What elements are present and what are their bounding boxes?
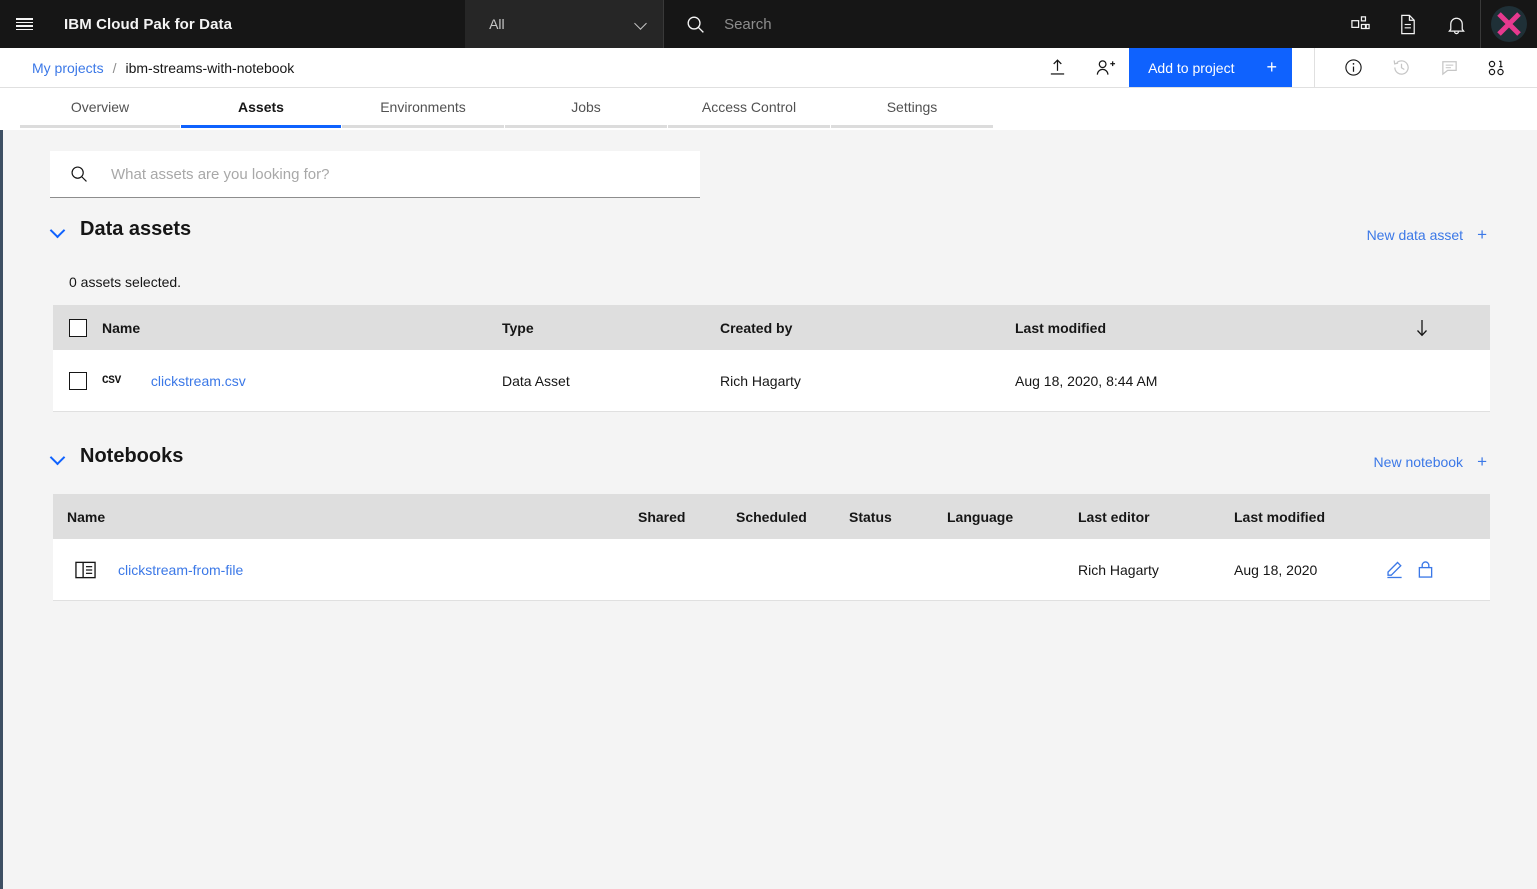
chevron-down-icon[interactable] [50,222,66,238]
upload-icon[interactable] [1033,48,1081,87]
asset-created-by: Rich Hagarty [720,372,801,389]
selection-status: 0 assets selected. [69,274,182,290]
table-header-row: Name Type Created by Last modified [53,305,1490,350]
table-header-row: Name Shared Scheduled Status Language La… [53,494,1490,539]
add-user-icon[interactable] [1081,48,1129,87]
tab-overview[interactable]: Overview [20,88,180,128]
tab-label: Settings [886,98,938,115]
select-all-checkbox[interactable] [68,318,87,337]
comment-icon[interactable] [1425,48,1473,87]
column-header-shared[interactable]: Shared [638,509,736,525]
new-notebook-label: New notebook [1373,454,1464,470]
global-search-input[interactable]: Search [664,0,1336,48]
asset-last-modified: Aug 18, 2020, 8:44 AM [1015,372,1158,389]
header-icon-group [1336,0,1537,48]
global-search-placeholder: Search [724,15,772,33]
action-divider [1314,48,1315,87]
user-avatar[interactable] [1480,0,1537,48]
row-checkbox[interactable] [68,371,87,390]
breadcrumb-separator: / [112,59,117,76]
chevron-down-icon[interactable] [50,449,66,465]
search-icon [687,16,704,33]
csv-file-icon: CSV [102,374,121,387]
asset-name-link[interactable]: clickstream.csv [121,373,246,389]
info-icon[interactable] [1329,48,1377,87]
row-action-group [1385,560,1490,579]
breadcrumb-action-bar: My projects / ibm-streams-with-notebook … [0,48,1537,88]
notebook-icon [53,561,118,579]
breadcrumb: My projects / ibm-streams-with-notebook [0,60,294,76]
notebooks-section-header[interactable]: Notebooks [50,445,183,468]
plus-icon: + [1477,225,1487,244]
column-header-type[interactable]: Type [502,320,720,336]
x-mark-icon [1497,12,1521,36]
asset-search-input[interactable]: What assets are you looking for? [50,151,700,198]
tab-environments[interactable]: Environments [342,88,504,128]
data-assets-table: Name Type Created by Last modified CSV c… [53,305,1490,412]
avatar [1491,6,1527,42]
chevron-down-icon [635,18,647,30]
data-assets-section-header[interactable]: Data assets [50,218,191,241]
history-icon[interactable] [1377,48,1425,87]
column-header-language[interactable]: Language [947,509,1078,525]
table-row[interactable]: clickstream-from-file Rich Hagarty Aug 1… [53,539,1490,601]
plus-icon: + [1266,57,1277,77]
add-to-project-button[interactable]: Add to project + [1129,48,1292,87]
hamburger-menu-icon[interactable] [0,0,48,48]
column-header-last-modified[interactable]: Last modified [1015,320,1275,336]
column-header-status[interactable]: Status [849,509,947,525]
plus-icon: + [1477,452,1487,471]
table-row[interactable]: CSV clickstream.csv Data Asset Rich Haga… [53,350,1490,412]
notebook-last-editor: Rich Hagarty [1078,561,1159,578]
notification-bell-icon[interactable] [1432,0,1480,48]
column-header-name[interactable]: Name [102,320,502,336]
edit-pencil-icon[interactable] [1385,560,1404,579]
select-all-checkbox-cell [53,318,102,337]
tab-label: Assets [238,98,284,115]
apps-grid-icon[interactable] [1336,0,1384,48]
breadcrumb-current: ibm-streams-with-notebook [125,59,295,76]
tab-assets[interactable]: Assets [181,88,341,128]
document-icon[interactable] [1384,0,1432,48]
data-points-icon[interactable] [1473,48,1521,87]
column-header-last-editor[interactable]: Last editor [1078,509,1234,525]
notebook-name-link[interactable]: clickstream-from-file [118,562,243,578]
data-assets-title: Data assets [80,218,192,240]
column-header-name[interactable]: Name [53,509,638,525]
asset-type: Data Asset [502,372,570,389]
sort-descending-arrow-icon[interactable] [1414,319,1430,337]
column-header-scheduled[interactable]: Scheduled [736,509,849,525]
search-icon [71,166,87,182]
scope-select[interactable]: All [465,0,665,48]
new-data-asset-label: New data asset [1366,227,1464,243]
add-to-project-label: Add to project [1148,59,1235,76]
row-checkbox-cell [53,371,102,390]
notebook-last-modified: Aug 18, 2020 [1234,561,1318,578]
lock-icon[interactable] [1417,560,1434,579]
tab-label: Access Control [701,98,797,115]
scope-select-value: All [489,16,505,32]
tab-settings[interactable]: Settings [831,88,993,128]
tab-label: Overview [70,98,130,115]
brand-title: IBM Cloud Pak for Data [64,15,233,33]
tab-label: Jobs [571,98,601,115]
tab-label: Environments [380,98,466,115]
breadcrumb-parent-link[interactable]: My projects [32,60,104,76]
notebooks-title: Notebooks [80,445,184,467]
notebooks-table: Name Shared Scheduled Status Language La… [53,494,1490,601]
new-notebook-link[interactable]: New notebook + [1374,452,1487,472]
column-header-created-by[interactable]: Created by [720,320,1015,336]
global-header: IBM Cloud Pak for Data All Search [0,0,1537,48]
tab-jobs[interactable]: Jobs [505,88,667,128]
assets-page: What assets are you looking for? Data as… [0,130,1537,889]
column-header-last-modified[interactable]: Last modified [1234,509,1384,525]
tab-access-control[interactable]: Access Control [668,88,830,128]
asset-search-placeholder: What assets are you looking for? [111,165,330,183]
project-tabs: Overview Assets Environments Jobs Access… [0,88,1537,130]
new-data-asset-link[interactable]: New data asset + [1367,225,1487,245]
